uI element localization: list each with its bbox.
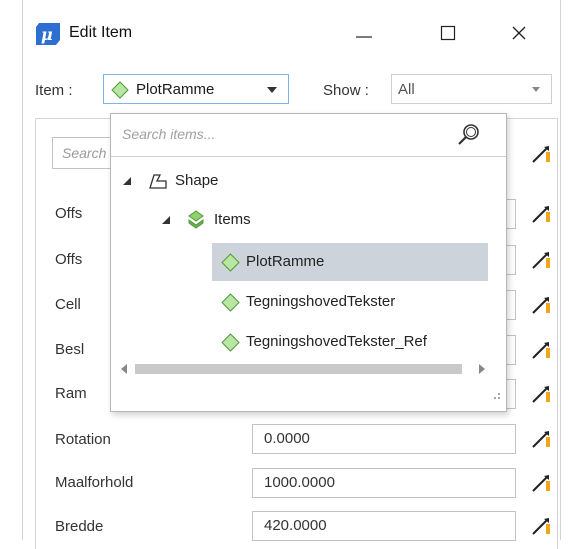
show-combobox[interactable]: All: [391, 74, 552, 104]
scroll-left-icon[interactable]: [121, 364, 127, 374]
scrollbar-thumb[interactable]: [135, 364, 462, 374]
shape-icon: [149, 174, 167, 189]
pick-value-icon[interactable]: [531, 428, 553, 450]
minimize-icon: [356, 36, 372, 38]
item-diamond-icon: [221, 333, 240, 352]
pick-value-icon[interactable]: [531, 249, 553, 271]
tree-node-tegningshovedtekster-ref[interactable]: TegningshovedTekster_Ref: [212, 326, 488, 358]
item-diamond-icon: [221, 293, 240, 312]
pick-value-icon[interactable]: [531, 143, 553, 165]
show-combobox-value: All: [398, 81, 415, 98]
tree-node-items[interactable]: Items: [111, 205, 506, 235]
title-bar: μ Edit Item: [23, 0, 560, 66]
expanded-arrow-icon[interactable]: [123, 177, 132, 186]
pick-value-icon[interactable]: [531, 383, 553, 405]
maximize-button[interactable]: [426, 14, 470, 52]
item-label: Item :: [35, 82, 73, 99]
pick-value-icon[interactable]: [531, 339, 553, 361]
item-combobox[interactable]: PlotRamme: [103, 74, 289, 104]
tree-node-label: Items: [214, 211, 251, 228]
dropdown-search-placeholder: Search items...: [122, 126, 216, 142]
scroll-right-icon[interactable]: [479, 364, 485, 374]
pick-value-icon[interactable]: [531, 294, 553, 316]
property-label: Besl: [55, 341, 85, 358]
tree-node-shape[interactable]: Shape: [111, 166, 506, 196]
svg-text:μ: μ: [41, 25, 53, 44]
property-label: Bredde: [55, 518, 104, 535]
app-icon: μ: [36, 23, 60, 45]
expanded-arrow-icon[interactable]: [162, 216, 171, 225]
pick-value-icon[interactable]: [531, 515, 553, 537]
bredde-field[interactable]: 420.0000: [252, 511, 516, 541]
tree-node-plotramme[interactable]: PlotRamme: [212, 243, 488, 281]
property-label: Offs: [55, 251, 83, 268]
pick-value-icon[interactable]: [531, 472, 553, 494]
item-dropdown-popup: Search items... Shape Items PlotRamme Te…: [110, 113, 507, 412]
pick-value-icon[interactable]: [531, 203, 553, 225]
property-label: Offs: [55, 205, 83, 222]
chevron-down-icon: [532, 87, 540, 92]
resize-grip-icon[interactable]: [491, 392, 501, 402]
maalforhold-field[interactable]: 1000.0000: [252, 468, 516, 498]
window-title: Edit Item: [69, 24, 133, 41]
tree-node-label: PlotRamme: [246, 253, 325, 270]
rotation-field[interactable]: 0.0000: [252, 424, 516, 454]
close-button[interactable]: [497, 14, 541, 52]
items-icon: [188, 210, 204, 229]
show-label: Show :: [323, 82, 369, 99]
tree-node-tegningshovedtekster[interactable]: TegningshovedTekster: [212, 286, 488, 318]
property-label: Maalforhold: [55, 474, 134, 491]
tree-node-label: TegningshovedTekster_Ref: [246, 333, 427, 350]
property-label: Cell: [55, 296, 81, 313]
tree-node-label: Shape: [175, 172, 219, 189]
item-combobox-value: PlotRamme: [136, 81, 215, 98]
maximize-icon: [440, 25, 456, 41]
minimize-button[interactable]: [342, 14, 386, 52]
horizontal-scrollbar[interactable]: [118, 360, 488, 378]
property-label: Rotation: [55, 431, 111, 448]
item-diamond-icon: [221, 253, 240, 272]
search-icon[interactable]: [457, 123, 481, 147]
edit-item-window: μ Edit Item Item : PlotRamme Show : All …: [22, 0, 561, 549]
property-label: Ram: [55, 385, 87, 402]
chevron-down-icon: [267, 87, 277, 93]
item-diamond-icon: [111, 81, 129, 99]
close-icon: [512, 26, 526, 40]
dropdown-search-input[interactable]: Search items...: [111, 114, 506, 157]
tree-node-label: TegningshovedTekster: [246, 293, 396, 310]
